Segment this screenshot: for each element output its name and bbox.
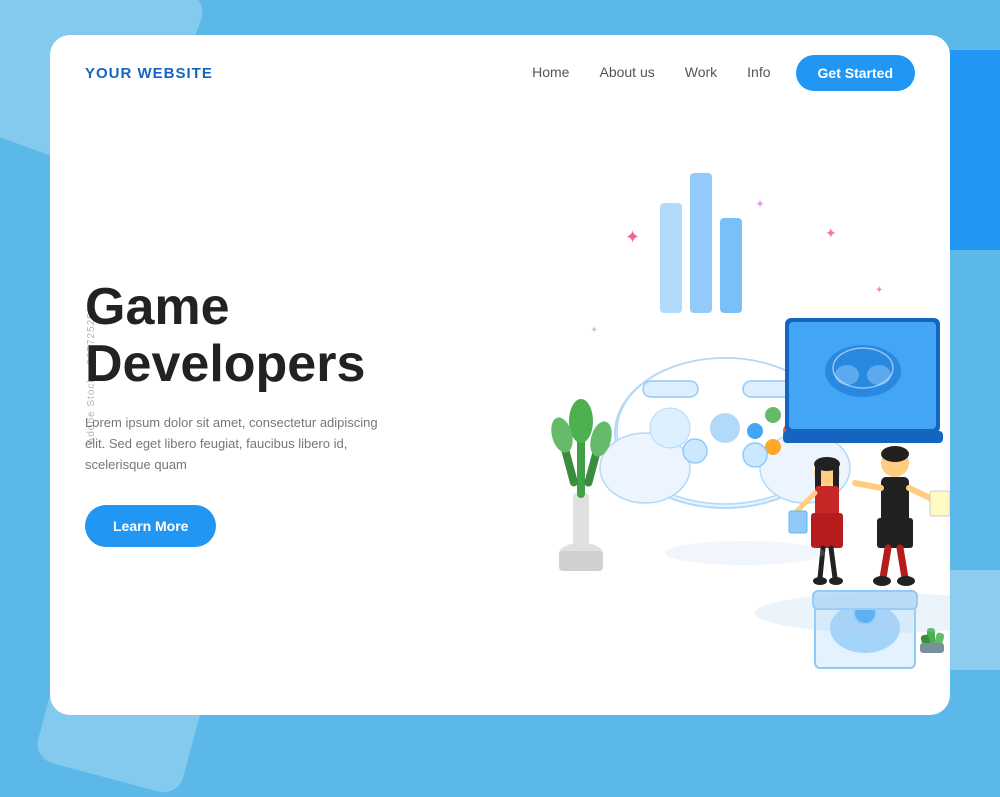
nav-item-about[interactable]: About us: [599, 64, 654, 82]
get-started-button[interactable]: Get Started: [796, 55, 915, 91]
navbar: YOUR WEBSITE Home About us Work Info Get…: [50, 35, 950, 111]
nav-links: Home About us Work Info: [532, 64, 770, 82]
svg-text:✦: ✦: [755, 197, 765, 211]
hero-description: Lorem ipsum dolor sit amet, consectetur …: [85, 413, 395, 475]
hero-title: Game Developers: [85, 279, 395, 393]
nav-item-info[interactable]: Info: [747, 64, 770, 82]
learn-more-button[interactable]: Learn More: [85, 505, 216, 547]
nav-item-work[interactable]: Work: [685, 64, 717, 82]
logo: YOUR WEBSITE: [85, 65, 213, 82]
svg-text:✦: ✦: [590, 325, 598, 336]
main-content: Game Developers Lorem ipsum dolor sit am…: [50, 111, 950, 715]
illustration-svg: ✦ ✦ ✦ ✦ ✦: [395, 123, 950, 683]
nav-item-home[interactable]: Home: [532, 64, 569, 82]
svg-text:✦: ✦: [625, 227, 640, 247]
right-panel: ✦ ✦ ✦ ✦ ✦: [395, 121, 950, 685]
svg-text:✦: ✦: [875, 285, 883, 296]
main-card: Adobe Stock · 287725252 YOUR WEBSITE Hom…: [50, 35, 950, 715]
left-panel: Game Developers Lorem ipsum dolor sit am…: [85, 121, 395, 685]
svg-text:✦: ✦: [825, 225, 837, 241]
